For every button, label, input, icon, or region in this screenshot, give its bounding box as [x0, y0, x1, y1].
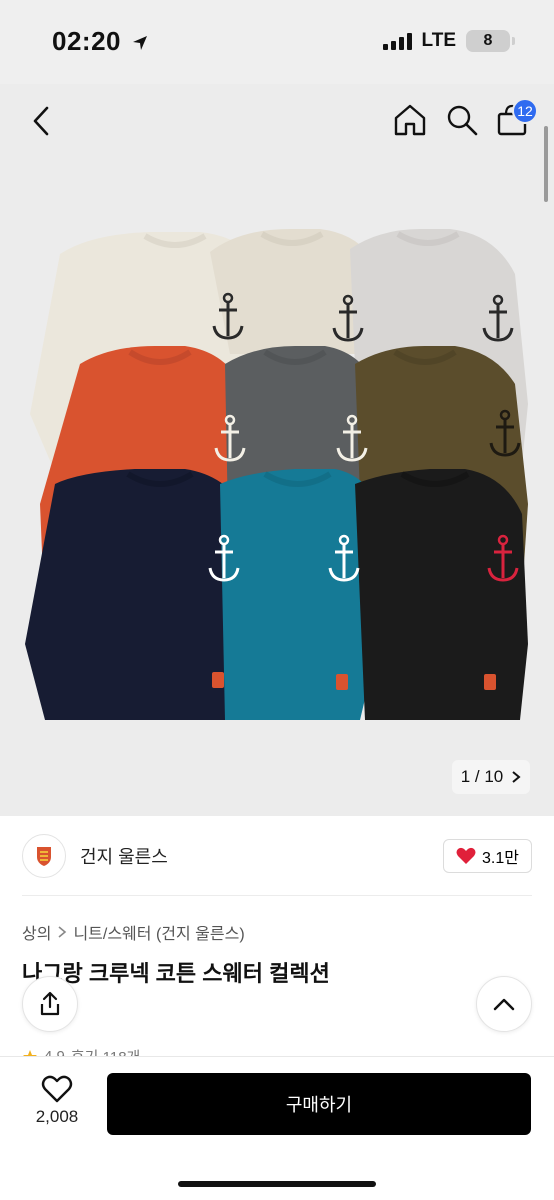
cart-count-badge: 12: [512, 98, 538, 124]
product-image[interactable]: [0, 84, 554, 816]
shield-crest-icon: [37, 847, 51, 866]
brand-logo[interactable]: [22, 834, 66, 878]
wishlist-count: 2,008: [35, 1107, 79, 1126]
chevron-up-icon: [493, 998, 515, 1011]
search-icon: [447, 105, 478, 136]
brand-row: 건지 울른스 3.1만: [22, 830, 532, 882]
chevron-right-icon: [512, 771, 521, 783]
back-button[interactable]: [26, 104, 58, 140]
brand-like-button[interactable]: 3.1만: [443, 839, 532, 873]
bottom-action-bar: 2,008 구매하기: [0, 1056, 554, 1200]
chevron-left-icon: [33, 106, 49, 136]
cart-button[interactable]: 12: [494, 98, 538, 138]
breadcrumb: 상의 니트/스웨터 (건지 울른스): [22, 920, 245, 944]
share-icon: [40, 991, 60, 1016]
heart-filled-icon: [456, 847, 476, 864]
status-time: 02:20: [52, 26, 149, 57]
status-icons: LTE 8: [382, 30, 515, 52]
signal-icon: [382, 32, 412, 50]
breadcrumb-level2[interactable]: 니트/스웨터 (건지 울른스): [73, 920, 244, 944]
brand-name[interactable]: 건지 울른스: [80, 843, 168, 869]
scroll-indicator: [544, 126, 548, 202]
divider: [22, 895, 532, 896]
breadcrumb-level1[interactable]: 상의: [22, 920, 51, 944]
battery-icon: 8: [466, 30, 515, 52]
home-button[interactable]: [392, 102, 428, 138]
network-label: LTE: [421, 30, 456, 51]
product-gallery[interactable]: 12 1 / 10: [0, 84, 554, 816]
share-button[interactable]: [22, 976, 78, 1032]
wishlist-button[interactable]: 2,008: [26, 1075, 88, 1127]
pager-text: 1 / 10: [460, 767, 504, 786]
home-icon: [394, 104, 426, 136]
home-indicator: [178, 1181, 376, 1187]
search-button[interactable]: [444, 102, 480, 138]
time-text: 02:20: [52, 26, 121, 56]
battery-level: 8: [483, 32, 493, 49]
gallery-pager[interactable]: 1 / 10: [452, 760, 530, 794]
chevron-right-icon: [58, 926, 67, 938]
heart-outline-icon: [41, 1075, 73, 1103]
brand-like-count: 3.1만: [482, 850, 519, 867]
location-arrow-icon: [132, 36, 147, 51]
scroll-top-button[interactable]: [476, 976, 532, 1032]
buy-button[interactable]: 구매하기: [107, 1073, 531, 1135]
status-bar: 02:20 LTE 8: [0, 0, 554, 84]
